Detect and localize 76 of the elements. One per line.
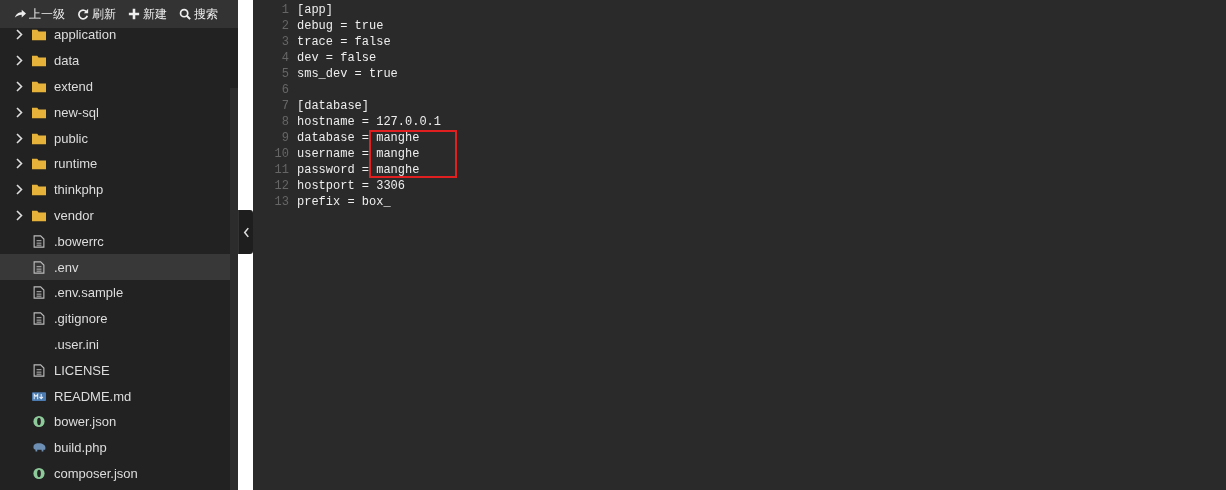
file-tree-item[interactable]: .env.sample [0,279,234,306]
chevron-right-icon [16,81,23,92]
file-tree-item[interactable]: thinkphp [0,176,234,203]
line-number: 9 [280,131,290,145]
line-number: 12 [273,179,290,193]
code-line: dev = false [297,51,377,65]
toolbar-button[interactable]: 新建 [128,5,167,23]
document-icon [32,312,46,326]
scrollbar[interactable] [230,88,238,490]
chevron-right-icon [16,132,23,144]
file-tree-item[interactable]: runtime [0,151,234,177]
chevron-right-icon [16,158,23,170]
document-icon [32,260,46,274]
ring-icon [32,415,46,429]
file-tree-item[interactable]: .user.ini [0,331,234,358]
file-tree-item[interactable]: new-sql [0,99,234,126]
code-line: debug = true [297,19,384,33]
file-tree-item[interactable]: README.md [0,383,234,409]
file-tree-item[interactable]: build.php [0,434,234,461]
code-line: prefix = box_ [297,195,391,209]
folder-icon [32,157,46,171]
code-line: hostport = 3306 [297,179,406,193]
line-number: 4 [280,51,290,65]
document-icon [32,286,46,300]
line-number: 7 [280,99,290,113]
refresh-icon [77,8,89,20]
chevron-left-icon [242,226,250,238]
code-line: username = manghe [297,147,420,161]
up-arrow-icon [14,8,26,20]
search-icon [179,8,191,20]
folder-icon [32,208,46,222]
file-tree-item[interactable]: composer.json [0,460,234,487]
file-tree-item[interactable]: vendor [0,202,234,229]
line-number: 3 [280,35,290,49]
chevron-right-icon [16,209,23,221]
chevron-right-icon [16,184,23,196]
folder-icon [32,131,46,145]
line-number: 11 [273,163,290,177]
toolbar-button[interactable]: 上一级 [14,5,65,23]
folder-icon [32,54,46,68]
code-line: [database] [297,99,369,113]
chevron-right-icon [16,29,23,41]
toolbar-button[interactable]: 搜索 [179,5,218,23]
code-line: database = manghe [297,131,420,145]
chevron-right-icon [16,55,23,67]
chevron-right-icon [16,106,23,118]
line-number: 1 [280,3,290,17]
file-tree-item[interactable]: public [0,125,234,151]
code-line: [app] [297,3,333,17]
plus-icon [128,8,140,20]
line-number: 13 [273,195,290,209]
collapse-handle[interactable] [238,210,253,254]
toolbar-button[interactable]: 刷新 [77,5,116,23]
line-number: 2 [280,19,290,33]
markdown-icon [32,389,46,403]
line-number: 10 [273,147,290,161]
code-line: sms_dev = true [297,67,398,81]
ring-icon [32,466,46,480]
file-tree-item[interactable]: data [0,47,234,74]
folder-icon [32,80,46,93]
line-number: 8 [280,115,290,129]
folder-icon [32,105,46,119]
file-tree-item[interactable]: LICENSE [0,357,234,384]
file-tree-item[interactable]: .gitignore [0,305,234,332]
file-tree-item[interactable]: extend [0,73,234,100]
file-tree-item[interactable]: .bowerrc [0,228,234,255]
file-tree-item[interactable]: bower.json [0,408,234,435]
code-line: trace = false [297,35,391,49]
line-number: 5 [280,67,290,81]
document-icon [32,234,46,248]
folder-icon [32,183,46,197]
document-icon [32,363,46,377]
line-number: 6 [280,83,290,97]
code-line: hostname = 127.0.0.1 [297,115,442,129]
file-tree-item[interactable]: application [0,22,234,48]
code-line: password = manghe [297,163,420,177]
